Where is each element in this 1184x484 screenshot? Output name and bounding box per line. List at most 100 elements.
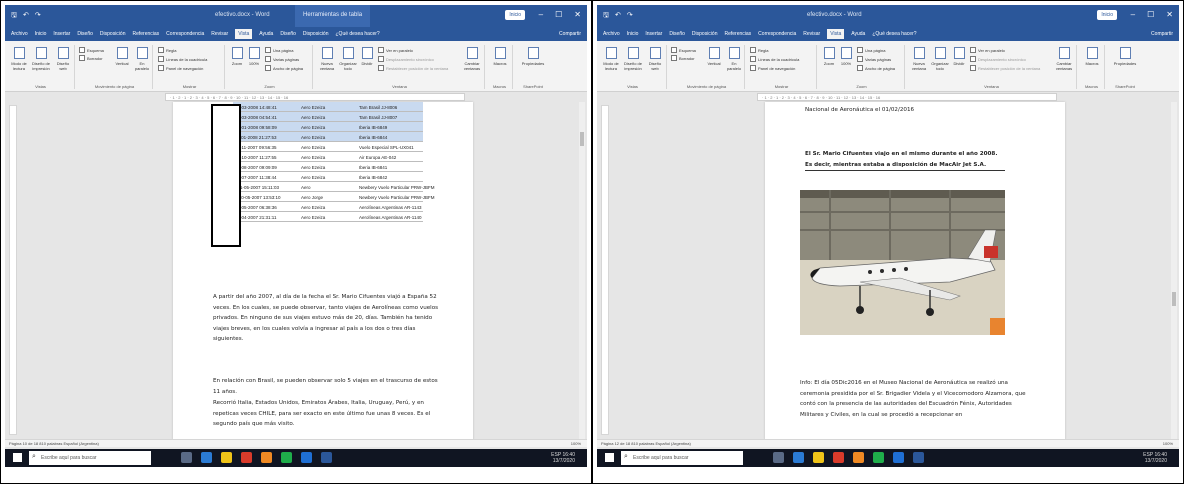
tab-revisar[interactable]: Revisar — [803, 31, 820, 37]
vertical-ruler[interactable] — [601, 105, 609, 435]
properties-button[interactable]: Propiedades — [518, 47, 548, 66]
page-width-button[interactable]: Ancho de página — [265, 65, 303, 71]
explorer-icon[interactable] — [813, 452, 824, 463]
print-layout-button[interactable]: Diseño de impresión — [622, 47, 644, 71]
paragraph[interactable]: En relación con Brasil, se pueden observ… — [213, 376, 441, 397]
system-tray[interactable]: ESP 16:40 13/7/2020 — [551, 452, 575, 464]
side-by-side-button[interactable]: En paralelo — [132, 47, 152, 71]
vertical-button[interactable]: Vertical — [113, 47, 131, 66]
table-row[interactable]: 5 20-05-2007 13:53:10 Aero Jorge Newbery V… — [233, 192, 434, 202]
ruler-checkbox[interactable]: Regla — [750, 47, 768, 53]
vlc-icon[interactable] — [261, 452, 272, 463]
zoom-100-button[interactable]: 100% — [246, 47, 262, 66]
edge-icon[interactable] — [201, 452, 212, 463]
redo-icon[interactable]: ↷ — [627, 11, 633, 22]
tab-referencias[interactable]: Referencias — [724, 31, 751, 37]
tab-disposicion-tabla[interactable]: Disposición — [303, 31, 329, 37]
user-button[interactable]: Inicio — [505, 10, 525, 20]
side-by-side-button[interactable]: En paralelo — [724, 47, 744, 71]
explorer-icon[interactable] — [221, 452, 232, 463]
tab-referencias[interactable]: Referencias — [132, 31, 159, 37]
arrange-all-button[interactable]: Organizar todo — [338, 47, 358, 71]
table-row[interactable]: I 21-05-2007 15:11:03 Aero Newbery Vuelo P… — [233, 182, 434, 192]
table-row[interactable]: 02-05-2007 06:38:36 Aero Ezeiza Aerolíneas… — [233, 202, 423, 212]
windows-start-icon[interactable] — [13, 453, 22, 462]
tab-diseno[interactable]: Diseño — [77, 31, 93, 37]
table-row[interactable]: 28-04-2007 21:31:11 Aero Ezeiza Aerolíneas… — [233, 212, 423, 222]
tab-correspondencia[interactable]: Correspondencia — [758, 31, 796, 37]
tab-archivo[interactable]: Archivo — [11, 31, 28, 37]
pdf-icon[interactable] — [241, 452, 252, 463]
read-mode-button[interactable]: Modo de lectura — [601, 47, 621, 71]
save-icon[interactable]: 🖫 — [11, 11, 17, 22]
paragraph[interactable]: A partir del año 2007, al día de la fech… — [213, 292, 441, 345]
outline-button[interactable]: Esquema — [671, 47, 696, 53]
zoom-button[interactable]: Zoom — [821, 47, 837, 66]
chrome-icon[interactable] — [281, 452, 292, 463]
horizontal-ruler[interactable]: · 1 · 2 · 1 · 2 · 3 · 4 · 5 · 6 · 7 · 8 … — [165, 93, 465, 101]
taskbar-search-input[interactable]: Escribe aquí para buscar — [621, 451, 743, 465]
minimize-icon[interactable]: – — [1131, 10, 1135, 19]
scrollbar-thumb[interactable] — [580, 132, 584, 146]
tab-ayuda[interactable]: Ayuda — [851, 31, 865, 37]
taskbar-search-input[interactable]: Escribe aquí para buscar — [29, 451, 151, 465]
share-button[interactable]: Compartir — [1151, 31, 1173, 37]
one-page-button[interactable]: Una página — [265, 47, 293, 53]
tab-vista[interactable]: Vista — [235, 29, 253, 39]
tab-disposicion[interactable]: Disposición — [100, 31, 126, 37]
table-row[interactable]: 22-01-2008 09:58:09 Aero Ezeiza Iberia IB-… — [233, 122, 423, 132]
save-icon[interactable]: 🖫 — [603, 11, 609, 22]
heading[interactable]: El Sr. Mario Cifuentes viajo en el mismo… — [805, 149, 1005, 171]
info-paragraph[interactable]: Info: El día 05Dic2016 en el Museo Nacio… — [800, 378, 1032, 420]
app-icon[interactable] — [893, 452, 904, 463]
read-mode-button[interactable]: Modo de lectura — [9, 47, 29, 71]
view-side-by-side-button[interactable]: Ver en paralelo — [378, 47, 413, 53]
reset-position-button[interactable]: Restablecer posición de la ventana — [378, 65, 448, 71]
tell-me-search[interactable]: ¿Qué desea hacer? — [872, 31, 916, 37]
zoom-100-button[interactable]: 100% — [838, 47, 854, 66]
tab-inicio[interactable]: Inicio — [35, 31, 47, 37]
view-side-by-side-button[interactable]: Ver en paralelo — [970, 47, 1005, 53]
switch-windows-button[interactable]: Cambiar ventanas — [461, 47, 483, 71]
navigation-pane-checkbox[interactable]: Panel de navegación — [750, 65, 795, 71]
undo-icon[interactable]: ↶ — [615, 11, 621, 22]
app-icon[interactable] — [301, 452, 312, 463]
aircraft-photo[interactable] — [800, 190, 1005, 335]
system-tray[interactable]: ESP 16:40 13/7/2020 — [1143, 452, 1167, 464]
travel-table[interactable]: 29-03-2008 14:48:41 Aero Ezeiza Tam Brasil… — [233, 102, 434, 222]
table-row[interactable]: 07-11-2007 09:56:35 Aero Ezeiza Vuelo Espe… — [233, 142, 423, 152]
vertical-button[interactable]: Vertical — [705, 47, 723, 66]
pdf-icon[interactable] — [833, 452, 844, 463]
sync-scroll-button[interactable]: Desplazamiento sincrónico — [378, 56, 434, 62]
web-layout-button[interactable]: Diseño web — [645, 47, 665, 71]
split-button[interactable]: Dividir — [359, 47, 375, 66]
table-row[interactable]: 29-10-2007 11:27:55 Aero Ezeiza Air Europa… — [233, 152, 423, 162]
zoom-level[interactable]: 100% — [1163, 440, 1173, 447]
table-row[interactable]: 29-03-2008 04:54:41 Aero Ezeiza Tam Brasil… — [233, 112, 423, 122]
tab-vista[interactable]: Vista — [827, 29, 845, 39]
document-page[interactable]: Nacional de Aeronáutica el 01/02/2016 El… — [765, 102, 1065, 440]
gridlines-checkbox[interactable]: Líneas de la cuadrícula — [158, 56, 207, 62]
maximize-icon[interactable]: ☐ — [555, 10, 562, 19]
reset-position-button[interactable]: Restablecer posición de la ventana — [970, 65, 1040, 71]
edge-icon[interactable] — [793, 452, 804, 463]
multiple-pages-button[interactable]: Varias páginas — [857, 56, 891, 62]
tab-disposicion[interactable]: Disposición — [692, 31, 718, 37]
paragraph[interactable]: Recorrió Italia, Estados Unidos, Emirato… — [213, 398, 441, 430]
navigation-pane-checkbox[interactable]: Panel de navegación — [158, 65, 203, 71]
table-row[interactable]: 10-08-2007 09:09:09 Aero Ezeiza Iberia IB-… — [233, 162, 423, 172]
new-window-button[interactable]: Nueva ventana — [909, 47, 929, 71]
sync-scroll-button[interactable]: Desplazamiento sincrónico — [970, 56, 1026, 62]
paragraph[interactable]: Nacional de Aeronáutica el 01/02/2016 — [805, 105, 1033, 116]
vertical-scrollbar[interactable] — [579, 102, 585, 440]
zoom-button[interactable]: Zoom — [229, 47, 245, 66]
windows-start-icon[interactable] — [605, 453, 614, 462]
tab-revisar[interactable]: Revisar — [211, 31, 228, 37]
draft-button[interactable]: Borrador — [671, 55, 695, 61]
vertical-scrollbar[interactable] — [1171, 102, 1177, 440]
minimize-icon[interactable]: – — [539, 10, 543, 19]
tab-diseno[interactable]: Diseño — [669, 31, 685, 37]
tab-diseno-tabla[interactable]: Diseño — [280, 31, 296, 37]
close-icon[interactable]: ✕ — [574, 10, 581, 19]
zoom-level[interactable]: 100% — [571, 440, 581, 447]
